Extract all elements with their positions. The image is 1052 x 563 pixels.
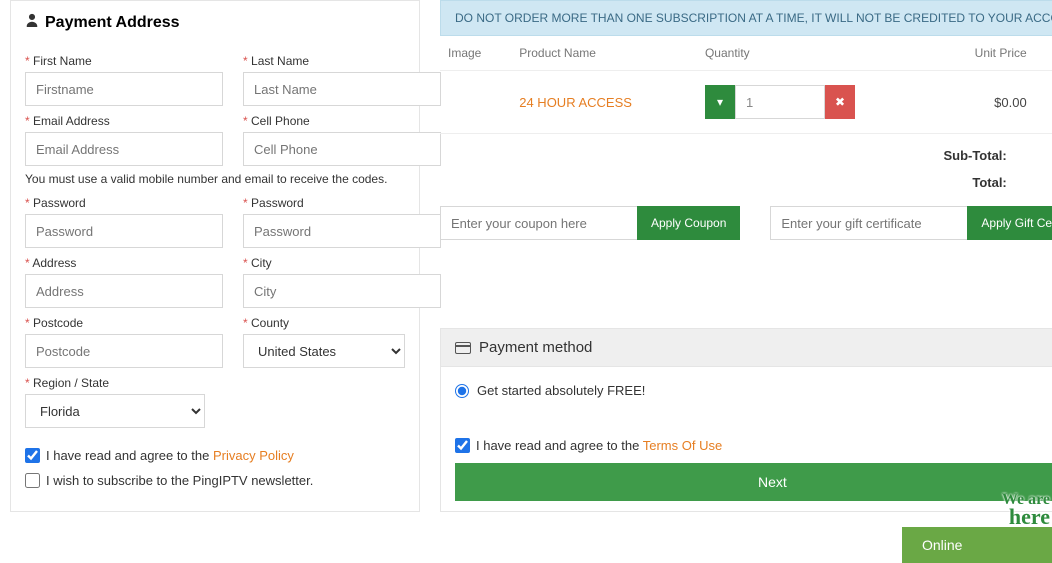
th-image: Image xyxy=(440,36,511,71)
county-label: County xyxy=(243,316,405,330)
unit-price: $0.00 xyxy=(937,71,1035,134)
remove-icon: ✖ xyxy=(835,95,845,109)
subtotal-value: $0.00 xyxy=(1047,148,1052,163)
subtotal-label: Sub-Total: xyxy=(943,148,1006,163)
totals: Sub-Total: $0.00 Total: $0.00 xyxy=(440,134,1052,196)
chevron-down-icon: ▾ xyxy=(717,95,723,109)
qty-input[interactable] xyxy=(735,85,825,119)
phone-input[interactable] xyxy=(243,132,441,166)
order-notice: DO NOT ORDER MORE THAN ONE SUBSCRIPTION … xyxy=(440,0,1052,36)
payment-option-free[interactable]: Get started absolutely FREE! xyxy=(455,383,1052,398)
total-value: $0.00 xyxy=(1047,175,1052,190)
cart-table: Image Product Name Quantity Unit Price T… xyxy=(440,36,1052,134)
payment-option-free-label: Get started absolutely FREE! xyxy=(477,383,645,398)
total-label: Total: xyxy=(972,175,1006,190)
qty-remove-button[interactable]: ✖ xyxy=(825,85,855,119)
email-label: Email Address xyxy=(25,114,223,128)
agree-terms-pre: I have read and agree to the xyxy=(476,438,643,453)
product-name[interactable]: 24 HOUR ACCESS xyxy=(519,95,632,110)
region-label: Region / State xyxy=(25,376,205,390)
address-label: Address xyxy=(25,256,223,270)
password-confirm-input[interactable] xyxy=(243,214,441,248)
apply-coupon-button[interactable]: Apply Coupon xyxy=(637,206,740,240)
agree-terms-row[interactable]: I have read and agree to the Terms Of Us… xyxy=(455,438,1052,453)
newsletter-text: I wish to subscribe to the PingIPTV news… xyxy=(46,473,313,488)
agree-terms-checkbox[interactable] xyxy=(455,438,470,453)
agree-privacy-row[interactable]: I have read and agree to the Privacy Pol… xyxy=(25,448,405,463)
last-name-label: Last Name xyxy=(243,54,441,68)
last-name-input[interactable] xyxy=(243,72,441,106)
postcode-label: Postcode xyxy=(25,316,223,330)
password-confirm-label: Password xyxy=(243,196,441,210)
password-input[interactable] xyxy=(25,214,223,248)
coupon-input[interactable] xyxy=(440,206,637,240)
agree-privacy-pre: I have read and agree to the xyxy=(46,448,213,463)
panel-title: Payment Address xyxy=(25,13,405,32)
terms-of-use-link[interactable]: Terms Of Use xyxy=(643,438,722,453)
user-icon xyxy=(25,13,39,32)
qty-decrement-button[interactable]: ▾ xyxy=(705,85,735,119)
cart-panel: DO NOT ORDER MORE THAN ONE SUBSCRIPTION … xyxy=(440,0,1052,240)
county-select[interactable]: United States xyxy=(243,334,405,368)
chat-status-bar[interactable]: Online xyxy=(902,527,1052,563)
first-name-label: First Name xyxy=(25,54,223,68)
chat-tagline: We are here xyxy=(1002,487,1052,527)
gift-cert-input[interactable] xyxy=(770,206,967,240)
line-total: $0.00 xyxy=(1035,71,1052,134)
th-name: Product Name xyxy=(511,36,697,71)
th-total: Total xyxy=(1035,36,1052,71)
payment-option-free-radio[interactable] xyxy=(455,384,469,398)
payment-method-header: Payment method xyxy=(440,328,1052,367)
city-input[interactable] xyxy=(243,274,441,308)
card-icon xyxy=(455,342,471,354)
city-label: City xyxy=(243,256,441,270)
region-select[interactable]: Florida xyxy=(25,394,205,428)
payment-method-panel: Payment method Get started absolutely FR… xyxy=(440,328,1052,512)
privacy-policy-link[interactable]: Privacy Policy xyxy=(213,448,294,463)
newsletter-checkbox[interactable] xyxy=(25,473,40,488)
password-label: Password xyxy=(25,196,223,210)
apply-gift-button[interactable]: Apply Gift Certificate xyxy=(967,206,1052,240)
payment-method-title: Payment method xyxy=(479,339,592,356)
panel-title-text: Payment Address xyxy=(45,14,180,32)
newsletter-row[interactable]: I wish to subscribe to the PingIPTV news… xyxy=(25,473,405,488)
email-input[interactable] xyxy=(25,132,223,166)
phone-label: Cell Phone xyxy=(243,114,441,128)
chat-widget[interactable]: We are here Online xyxy=(902,487,1052,563)
payment-address-panel: Payment Address First Name Last Name Ema… xyxy=(10,0,420,512)
th-qty: Quantity xyxy=(697,36,937,71)
th-unit: Unit Price xyxy=(937,36,1035,71)
first-name-input[interactable] xyxy=(25,72,223,106)
table-row: 24 HOUR ACCESS ▾ ✖ xyxy=(440,71,1052,134)
address-input[interactable] xyxy=(25,274,223,308)
helper-text: You must use a valid mobile number and e… xyxy=(25,172,405,186)
agree-privacy-checkbox[interactable] xyxy=(25,448,40,463)
postcode-input[interactable] xyxy=(25,334,223,368)
